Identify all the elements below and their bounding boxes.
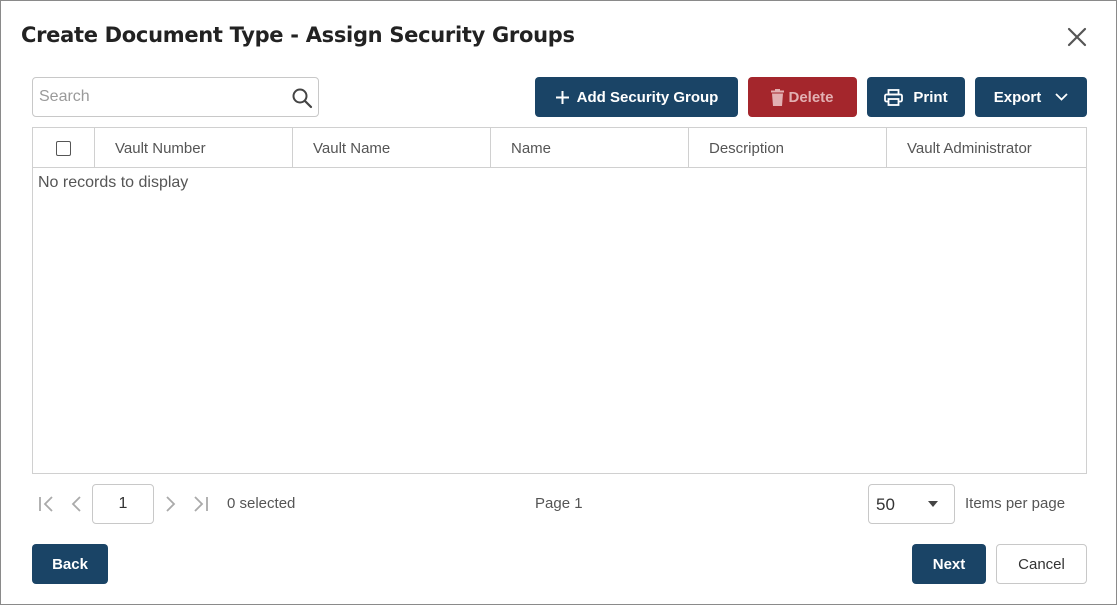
- cancel-button[interactable]: Cancel: [996, 544, 1087, 584]
- close-button[interactable]: [1063, 23, 1091, 51]
- column-header-vault-number[interactable]: Vault Number: [95, 128, 293, 168]
- page-number-input[interactable]: [92, 484, 154, 524]
- cancel-label: Cancel: [1018, 555, 1065, 573]
- export-button[interactable]: Export: [975, 77, 1087, 117]
- column-header-description[interactable]: Description: [689, 128, 887, 168]
- grid-header: Vault Number Vault Name Name Description…: [33, 128, 1086, 168]
- close-icon: [1067, 27, 1087, 47]
- search-input[interactable]: [39, 86, 279, 108]
- no-records-message: No records to display: [38, 174, 189, 191]
- search-icon[interactable]: [291, 87, 313, 109]
- trash-icon: [771, 88, 785, 106]
- printer-icon: [884, 88, 904, 106]
- column-header-name[interactable]: Name: [491, 128, 689, 168]
- back-button[interactable]: Back: [32, 544, 108, 584]
- print-button[interactable]: Print: [867, 77, 965, 117]
- page-indicator: Page 1: [535, 495, 583, 512]
- page-size-dropdown[interactable]: 50: [868, 484, 955, 524]
- select-all-checkbox[interactable]: [56, 140, 71, 156]
- first-page-icon[interactable]: [37, 494, 57, 514]
- items-per-page-label: Items per page: [965, 495, 1066, 512]
- delete-label: Delete: [788, 88, 834, 106]
- add-security-group-button[interactable]: Add Security Group: [535, 77, 738, 117]
- delete-button[interactable]: Delete: [748, 77, 857, 117]
- search-box: [32, 77, 319, 117]
- back-label: Back: [52, 555, 88, 573]
- page-size-value: 50: [876, 495, 895, 514]
- export-label: Export: [993, 88, 1042, 106]
- add-security-group-label: Add Security Group: [576, 88, 719, 106]
- print-label: Print: [913, 88, 948, 106]
- dialog-title: Create Document Type - Assign Security G…: [21, 23, 575, 47]
- next-page-icon[interactable]: [160, 494, 180, 514]
- selected-count: 0 selected: [227, 495, 296, 512]
- next-label: Next: [932, 555, 966, 573]
- security-groups-grid: Vault Number Vault Name Name Description…: [32, 127, 1087, 474]
- next-button[interactable]: Next: [912, 544, 986, 584]
- previous-page-icon[interactable]: [67, 494, 87, 514]
- plus-icon: [555, 90, 570, 105]
- header-select-all-cell: [33, 128, 95, 168]
- column-header-vault-name[interactable]: Vault Name: [293, 128, 491, 168]
- last-page-icon[interactable]: [190, 494, 210, 514]
- column-header-vault-administrator[interactable]: Vault Administrator: [887, 128, 1086, 168]
- chevron-down-icon: [1055, 93, 1068, 101]
- create-document-type-dialog: Create Document Type - Assign Security G…: [0, 0, 1117, 605]
- caret-down-icon: [928, 501, 938, 507]
